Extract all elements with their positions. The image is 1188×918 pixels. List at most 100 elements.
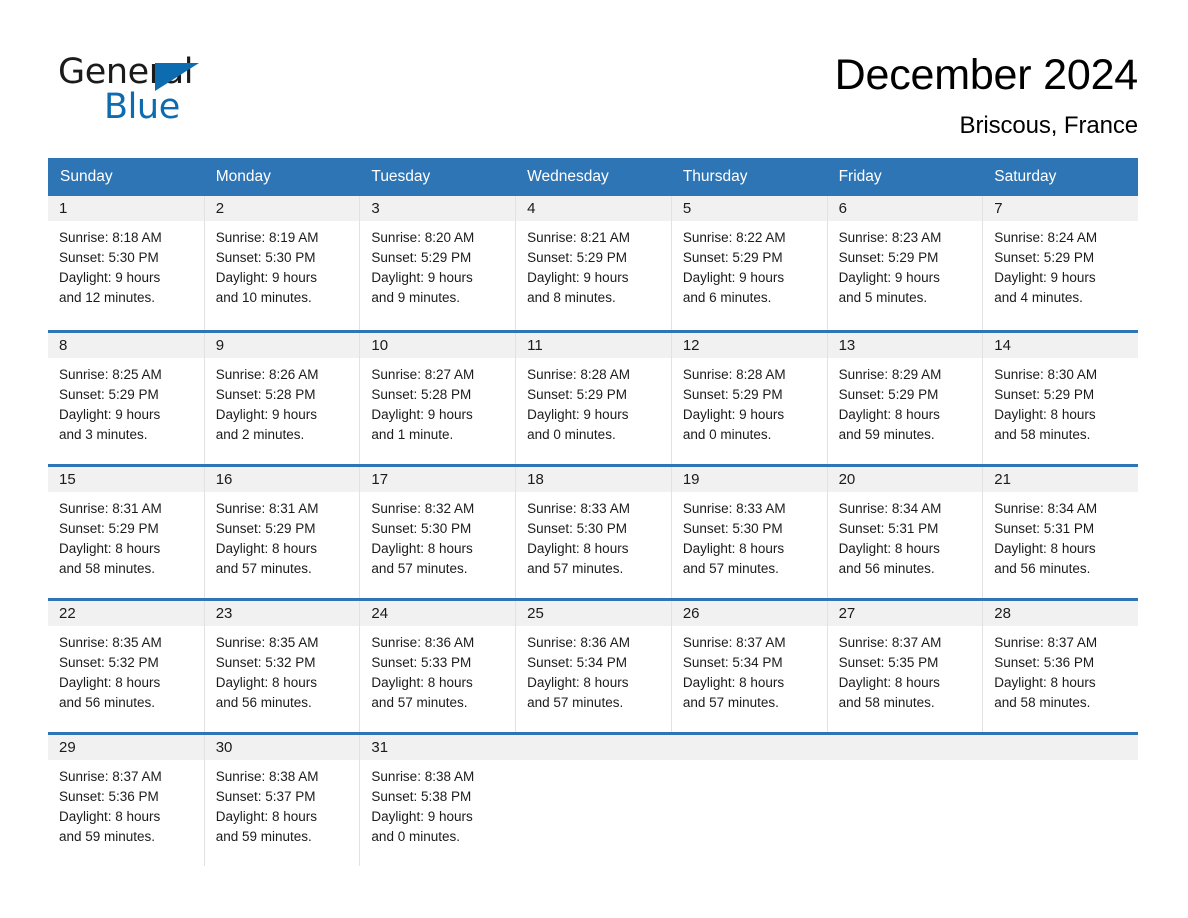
sunset-text: Sunset: 5:33 PM: [371, 655, 472, 670]
calendar-day-cell[interactable]: 21 Sunrise: 8:34 AM Sunset: 5:31 PM Dayligh…: [982, 467, 1138, 598]
day-number: 10: [360, 333, 516, 358]
sunrise-text: Sunrise: 8:35 AM: [59, 635, 162, 650]
daylight-text-line1: Daylight: 9 hours: [371, 407, 473, 422]
daylight-text-line2: and 56 minutes.: [59, 695, 156, 710]
day-details: Sunrise: 8:19 AM Sunset: 5:30 PM Daylight:…: [205, 221, 360, 308]
day-details: Sunrise: 8:25 AM Sunset: 5:29 PM Daylight:…: [48, 358, 204, 445]
day-number: 19: [671, 467, 827, 492]
day-details: Sunrise: 8:35 AM Sunset: 5:32 PM Daylight:…: [205, 626, 360, 713]
day-details: Sunrise: 8:38 AM Sunset: 5:38 PM Daylight:…: [360, 760, 515, 847]
day-number: 7: [983, 196, 1138, 221]
daylight-text-line2: and 12 minutes.: [59, 290, 156, 305]
sunrise-text: Sunrise: 8:21 AM: [527, 230, 630, 245]
calendar-day-cell[interactable]: 18 Sunrise: 8:33 AM Sunset: 5:30 PM Dayligh…: [515, 467, 671, 598]
daylight-text-line2: and 57 minutes.: [682, 695, 779, 710]
calendar-day-cell[interactable]: 24 Sunrise: 8:36 AM Sunset: 5:33 PM Dayligh…: [359, 601, 516, 732]
day-details: Sunrise: 8:22 AM Sunset: 5:29 PM Daylight:…: [672, 221, 827, 308]
sunrise-text: Sunrise: 8:33 AM: [682, 501, 786, 516]
calendar-day-cell[interactable]: 14 Sunrise: 8:30 AM Sunset: 5:29 PM Dayligh…: [982, 333, 1138, 464]
sunset-text: Sunset: 5:37 PM: [215, 789, 316, 804]
day-details: Sunrise: 8:18 AM Sunset: 5:30 PM Daylight:…: [48, 221, 204, 308]
sunset-text: Sunset: 5:31 PM: [994, 521, 1095, 536]
calendar-day-cell[interactable]: 20 Sunrise: 8:34 AM Sunset: 5:31 PM Dayligh…: [826, 467, 983, 598]
daylight-text-line1: Daylight: 8 hours: [838, 541, 940, 556]
calendar-day-cell[interactable]: 10 Sunrise: 8:27 AM Sunset: 5:28 PM Dayligh…: [359, 333, 516, 464]
sunrise-text: Sunrise: 8:31 AM: [59, 501, 162, 516]
daylight-text-line1: Daylight: 8 hours: [527, 675, 629, 690]
weekday-header-sunday: Sunday: [60, 168, 113, 185]
calendar-day-cell[interactable]: 17 Sunrise: 8:32 AM Sunset: 5:30 PM Dayligh…: [359, 467, 516, 598]
day-details: Sunrise: 8:38 AM Sunset: 5:37 PM Daylight:…: [205, 760, 360, 847]
day-number: 18: [516, 467, 671, 492]
calendar-day-cell[interactable]: 19 Sunrise: 8:33 AM Sunset: 5:30 PM Dayligh…: [670, 467, 827, 598]
daylight-text-line1: Daylight: 9 hours: [371, 270, 473, 285]
sunrise-text: Sunrise: 8:34 AM: [994, 501, 1098, 516]
calendar-day-cell[interactable]: 15 Sunrise: 8:31 AM Sunset: 5:29 PM Dayligh…: [48, 467, 204, 598]
day-number: 28: [983, 601, 1138, 626]
sunrise-text: Sunrise: 8:30 AM: [994, 367, 1098, 382]
day-details: Sunrise: 8:24 AM Sunset: 5:29 PM Daylight:…: [983, 221, 1138, 308]
calendar-day-cell[interactable]: 16 Sunrise: 8:31 AM Sunset: 5:29 PM Dayligh…: [203, 467, 360, 598]
daylight-text-line2: and 57 minutes.: [215, 561, 312, 576]
daylight-text-line2: and 1 minute.: [371, 427, 454, 442]
calendar-day-cell[interactable]: 30 Sunrise: 8:38 AM Sunset: 5:37 PM Dayligh…: [203, 735, 360, 866]
calendar-day-cell[interactable]: 28 Sunrise: 8:37 AM Sunset: 5:36 PM Dayligh…: [982, 601, 1138, 732]
day-number: 12: [671, 333, 827, 358]
calendar-day-cell[interactable]: 29 Sunrise: 8:37 AM Sunset: 5:36 PM Dayligh…: [48, 735, 204, 866]
daylight-text-line1: Daylight: 8 hours: [994, 541, 1096, 556]
daylight-text-line1: Daylight: 8 hours: [838, 407, 940, 422]
calendar-day-cell[interactable]: 5 Sunrise: 8:22 AM Sunset: 5:29 PM Daylight…: [670, 196, 827, 330]
calendar-day-cell[interactable]: 7 Sunrise: 8:24 AM Sunset: 5:29 PM Daylight…: [982, 196, 1138, 330]
general-blue-logo[interactable]: General Blue: [58, 47, 238, 125]
daylight-text-line2: and 5 minutes.: [838, 290, 928, 305]
calendar-cell-empty: [515, 735, 671, 866]
day-details: Sunrise: 8:31 AM Sunset: 5:29 PM Daylight:…: [48, 492, 204, 579]
calendar-day-cell[interactable]: 12 Sunrise: 8:28 AM Sunset: 5:29 PM Dayligh…: [670, 333, 827, 464]
calendar-day-cell[interactable]: 23 Sunrise: 8:35 AM Sunset: 5:32 PM Dayligh…: [203, 601, 360, 732]
calendar-day-cell[interactable]: 8 Sunrise: 8:25 AM Sunset: 5:29 PM Daylight…: [48, 333, 204, 464]
day-details: Sunrise: 8:37 AM Sunset: 5:35 PM Daylight:…: [828, 626, 983, 713]
calendar-day-cell[interactable]: 25 Sunrise: 8:36 AM Sunset: 5:34 PM Dayligh…: [515, 601, 671, 732]
calendar-day-cell[interactable]: 3 Sunrise: 8:20 AM Sunset: 5:29 PM Daylight…: [359, 196, 516, 330]
sunset-text: Sunset: 5:29 PM: [215, 521, 316, 536]
daylight-text-line1: Daylight: 9 hours: [215, 407, 318, 422]
weekday-header-saturday: Saturday: [994, 168, 1057, 185]
calendar-day-cell[interactable]: 31 Sunrise: 8:38 AM Sunset: 5:38 PM Dayligh…: [359, 735, 516, 866]
sunset-text: Sunset: 5:30 PM: [682, 521, 783, 536]
day-number: 5: [671, 196, 827, 221]
daylight-text-line1: Daylight: 8 hours: [994, 407, 1096, 422]
day-number: 22: [48, 601, 204, 626]
day-details: Sunrise: 8:32 AM Sunset: 5:30 PM Daylight:…: [360, 492, 515, 579]
sunset-text: Sunset: 5:29 PM: [994, 387, 1095, 402]
sunrise-text: Sunrise: 8:22 AM: [682, 230, 786, 245]
daylight-text-line1: Daylight: 8 hours: [682, 675, 785, 690]
title-block: December 2024 Briscous, France: [238, 47, 1139, 141]
location-subtitle: Briscous, France: [959, 112, 1139, 139]
calendar-day-cell[interactable]: 22 Sunrise: 8:35 AM Sunset: 5:32 PM Dayligh…: [48, 601, 204, 732]
sunrise-text: Sunrise: 8:26 AM: [215, 367, 319, 382]
calendar-day-cell[interactable]: 6 Sunrise: 8:23 AM Sunset: 5:29 PM Daylight…: [826, 196, 983, 330]
day-details: Sunrise: 8:37 AM Sunset: 5:34 PM Daylight:…: [672, 626, 827, 713]
day-number: [826, 735, 983, 760]
day-details: Sunrise: 8:28 AM Sunset: 5:29 PM Daylight:…: [516, 358, 671, 445]
calendar-day-cell[interactable]: 11 Sunrise: 8:28 AM Sunset: 5:29 PM Dayligh…: [515, 333, 671, 464]
calendar-day-cell[interactable]: 13 Sunrise: 8:29 AM Sunset: 5:29 PM Dayligh…: [826, 333, 983, 464]
calendar-day-cell[interactable]: 27 Sunrise: 8:37 AM Sunset: 5:35 PM Dayligh…: [826, 601, 983, 732]
day-details: Sunrise: 8:28 AM Sunset: 5:29 PM Daylight:…: [672, 358, 827, 445]
daylight-text-line1: Daylight: 9 hours: [371, 809, 473, 824]
day-number: [982, 735, 1138, 760]
day-details: Sunrise: 8:37 AM Sunset: 5:36 PM Daylight:…: [48, 760, 204, 847]
calendar-day-cell[interactable]: 26 Sunrise: 8:37 AM Sunset: 5:34 PM Dayligh…: [670, 601, 827, 732]
calendar-week-row: 15 Sunrise: 8:31 AM Sunset: 5:29 PM Dayligh…: [48, 464, 1138, 598]
calendar-day-cell[interactable]: 1 Sunrise: 8:18 AM Sunset: 5:30 PM Daylight…: [48, 196, 204, 330]
daylight-text-line2: and 56 minutes.: [994, 561, 1091, 576]
sunrise-text: Sunrise: 8:31 AM: [215, 501, 319, 516]
daylight-text-line2: and 59 minutes.: [838, 427, 935, 442]
sunrise-text: Sunrise: 8:28 AM: [682, 367, 786, 382]
day-details: Sunrise: 8:36 AM Sunset: 5:33 PM Daylight:…: [360, 626, 515, 713]
daylight-text-line1: Daylight: 8 hours: [371, 675, 473, 690]
calendar-day-cell[interactable]: 2 Sunrise: 8:19 AM Sunset: 5:30 PM Daylight…: [203, 196, 360, 330]
daylight-text-line2: and 58 minutes.: [994, 427, 1091, 442]
calendar-day-cell[interactable]: 9 Sunrise: 8:26 AM Sunset: 5:28 PM Daylight…: [203, 333, 360, 464]
calendar-day-cell[interactable]: 4 Sunrise: 8:21 AM Sunset: 5:29 PM Daylight…: [515, 196, 671, 330]
